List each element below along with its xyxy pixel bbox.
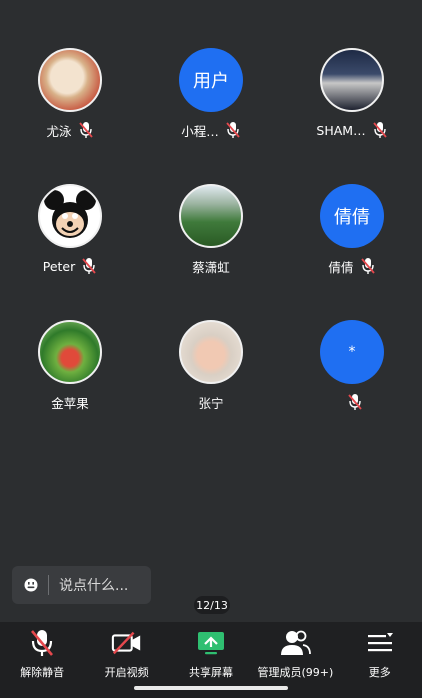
participant-tile[interactable]: * (282, 272, 422, 410)
avatar (38, 48, 102, 112)
participant-tile[interactable]: 金苹果 (0, 272, 140, 411)
members-icon (279, 628, 312, 658)
avatar (320, 48, 384, 112)
participant-tile[interactable]: 张宁 (141, 272, 281, 411)
unmute-button[interactable]: 解除静音 (0, 622, 84, 698)
participant-tile[interactable]: 用户 小程… (141, 0, 281, 139)
avatar: 倩倩 (320, 184, 384, 248)
avatar (179, 184, 243, 248)
share-screen-label: 共享屏幕 (188, 666, 233, 679)
participant-tile[interactable]: SHAM… (282, 0, 422, 138)
avatar-initials: * (348, 344, 356, 360)
divider (48, 575, 49, 595)
avatar: * (320, 320, 384, 384)
avatar: 用户 (179, 48, 243, 112)
participant-name: 金苹果 (51, 395, 89, 411)
participant-tile[interactable]: 蔡潇虹 (141, 136, 281, 275)
chat-input[interactable]: 说点什么... (12, 566, 151, 604)
manage-members-label: 管理成员(99+) (257, 666, 334, 679)
share-screen-icon (195, 628, 227, 658)
camera-off-icon (111, 628, 143, 658)
more-label: 更多 (368, 666, 391, 679)
mic-off-icon (348, 394, 362, 410)
emoji-icon[interactable] (24, 578, 38, 592)
avatar (38, 320, 102, 384)
chat-placeholder: 说点什么... (59, 578, 129, 594)
participant-tile[interactable]: Peter (0, 136, 140, 274)
home-indicator[interactable] (134, 686, 288, 690)
avatar-initials: 倩倩 (334, 207, 370, 228)
mickey-face-icon (44, 190, 96, 238)
participant-name: 张宁 (198, 395, 224, 411)
mic-off-icon (26, 628, 58, 658)
avatar (179, 320, 243, 384)
menu-icon (364, 628, 396, 658)
avatar-initials: 用户 (193, 71, 229, 92)
start-video-label: 开启视频 (104, 666, 149, 679)
participant-tile[interactable]: 倩倩 倩倩 (282, 136, 422, 275)
more-button[interactable]: 更多 (338, 622, 422, 698)
unmute-label: 解除静音 (20, 666, 65, 679)
avatar (38, 184, 102, 248)
page-indicator: 12/13 (194, 596, 230, 614)
participant-tile[interactable]: 尤泳 (0, 0, 140, 139)
